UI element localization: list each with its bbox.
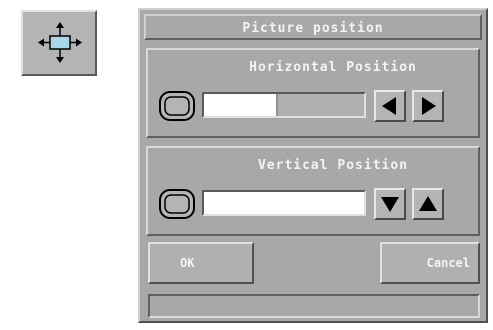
arrow-right-icon [422,97,436,115]
cancel-button[interactable]: Cancel [380,242,480,284]
arrow-down-icon [381,197,399,212]
vertical-slider-fill [204,192,364,214]
horizontal-position-label: Horizontal Position [249,60,417,75]
vertical-decrease-button[interactable] [374,188,406,220]
picture-position-dialog: Picture position Horizontal Position Ver… [138,8,488,323]
horizontal-slider-fill [204,94,276,116]
vertical-increase-button[interactable] [412,188,444,220]
horizontal-position-slider[interactable] [202,92,366,118]
status-bar [148,294,480,318]
vertical-position-slider[interactable] [202,190,366,216]
ok-button[interactable]: OK [148,242,254,284]
vertical-position-group: Vertical Position [146,146,480,236]
monitor-gauge-icon [159,91,195,121]
vertical-position-label: Vertical Position [257,158,409,173]
horizontal-decrease-button[interactable] [374,90,406,122]
horizontal-slider-remainder [276,94,364,116]
horizontal-increase-button[interactable] [412,90,444,122]
move-position-icon [38,22,82,63]
picture-position-launcher-button[interactable] [21,10,97,76]
dialog-title: Picture position [144,14,482,40]
monitor-gauge-icon [159,189,195,219]
arrow-left-icon [382,97,396,115]
horizontal-position-group: Horizontal Position [146,48,480,138]
arrow-up-icon [419,196,437,211]
